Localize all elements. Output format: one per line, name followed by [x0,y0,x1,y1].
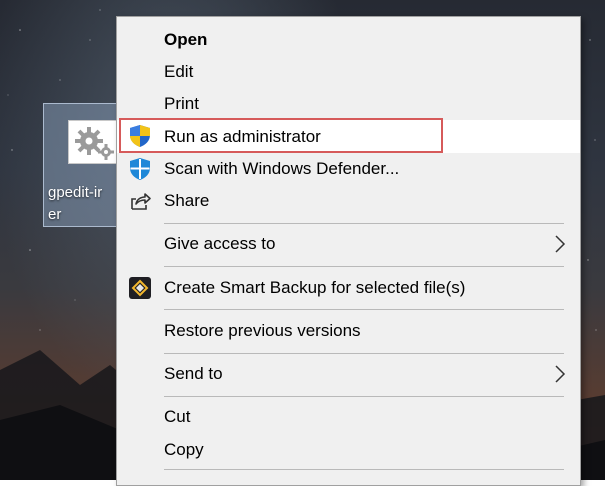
menu-item-open[interactable]: Open [117,25,580,55]
menu-item-label: Give access to [164,234,276,253]
menu-item-label: Copy [164,440,204,459]
chevron-right-icon [555,365,566,383]
windows-defender-icon [130,158,150,180]
menu-item-label: Send to [164,364,223,383]
highlight-annotation-box [119,118,443,153]
menu-item-label: Share [164,191,210,210]
menu-separator [164,223,564,224]
menu-item-send-to[interactable]: Send to [117,359,580,389]
menu-item-label: Open [164,30,208,49]
menu-item-restore-previous-versions[interactable]: Restore previous versions [117,316,580,346]
menu-separator [164,309,564,310]
menu-item-label: Cut [164,407,191,426]
menu-item-create-smart-backup[interactable]: Create Smart Backup for selected file(s) [117,273,580,303]
menu-item-give-access-to[interactable]: Give access to [117,229,580,259]
menu-item-label: Restore previous versions [164,321,361,340]
menu-separator [164,396,564,397]
menu-item-label: Create Smart Backup for selected file(s) [164,278,466,297]
menu-item-scan-defender[interactable]: Scan with Windows Defender... [117,154,580,184]
menu-separator [164,469,564,470]
menu-item-print[interactable]: Print [117,89,580,119]
menu-separator [164,266,564,267]
menu-item-copy[interactable]: Copy [117,435,580,465]
menu-item-label: Print [164,94,199,113]
menu-item-share[interactable]: Share [117,186,580,216]
share-icon [131,193,151,210]
gears-icon [75,127,114,160]
chevron-right-icon [555,235,566,253]
menu-separator [164,353,564,354]
menu-item-cut[interactable]: Cut [117,402,580,432]
smart-backup-icon [129,277,151,299]
context-menu: Open Edit Print Run as administrator Sca… [116,16,581,486]
menu-item-label: Edit [164,62,194,81]
menu-item-edit[interactable]: Edit [117,57,580,87]
menu-item-label: Scan with Windows Defender... [164,159,400,178]
desktop-file-icon[interactable]: gpedit-ir er [43,103,124,227]
